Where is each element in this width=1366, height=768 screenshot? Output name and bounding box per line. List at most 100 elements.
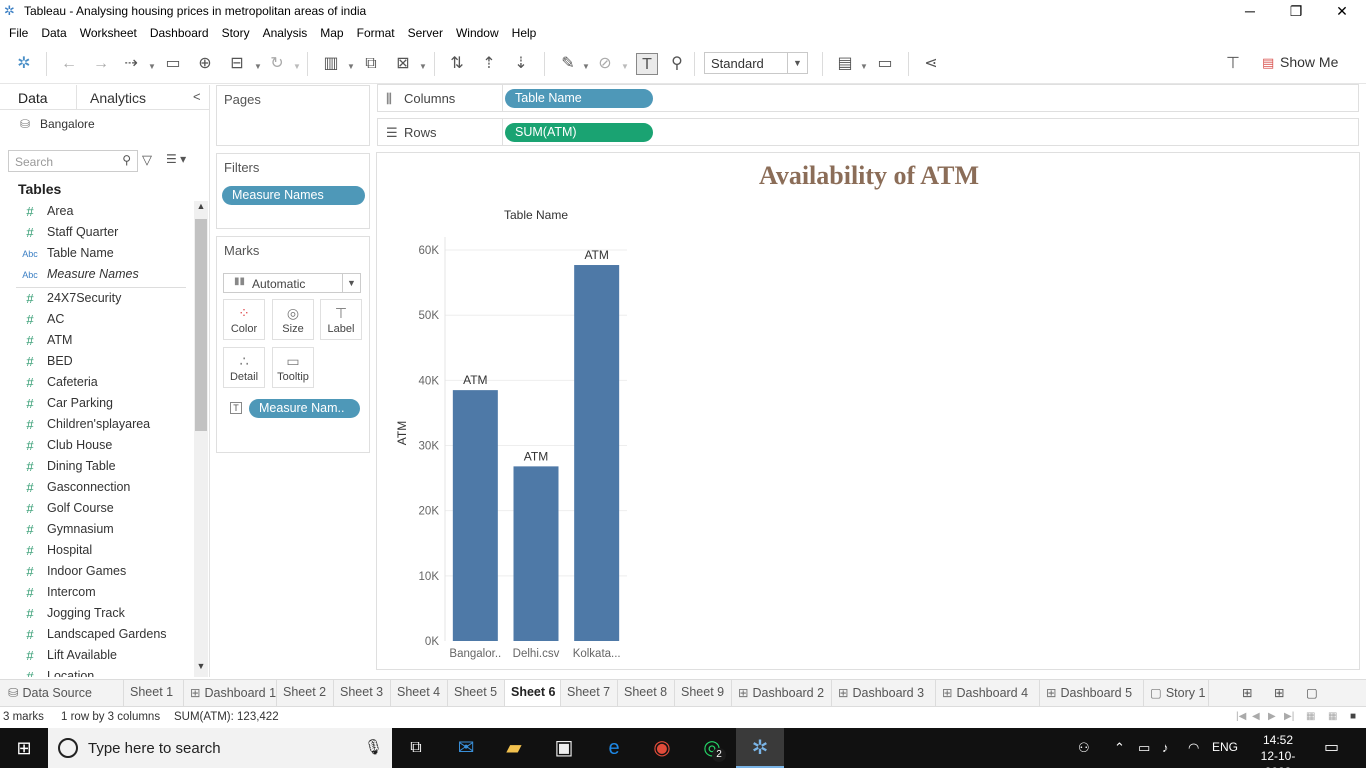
field-item[interactable]: # Location	[0, 666, 192, 677]
marks-pill-measure-names[interactable]: Measure Nam..	[249, 399, 360, 418]
prev-sheet-icon[interactable]: ◀	[1252, 711, 1260, 722]
field-item[interactable]: # Staff Quarter	[0, 222, 192, 243]
field-item[interactable]: # ATM	[0, 330, 192, 351]
show-tabs-icon[interactable]: ■	[1350, 711, 1356, 722]
undo-icon[interactable]: ←	[58, 53, 80, 75]
filter-icon[interactable]: ▽	[142, 152, 152, 168]
duplicate-sheet-icon[interactable]: ⧉	[360, 53, 382, 75]
sheet-tab[interactable]: Sheet 1	[124, 680, 184, 706]
show-filmstrip-icon[interactable]: ▦	[1306, 711, 1315, 722]
mail-icon[interactable]: ✉	[442, 728, 490, 768]
volume-icon[interactable]: ♪	[1162, 740, 1169, 755]
next-sheet-icon[interactable]: ▶	[1268, 711, 1276, 722]
field-item[interactable]: Abc Table Name	[0, 243, 192, 264]
battery-icon[interactable]: ▭	[1138, 740, 1150, 756]
menu-server[interactable]: Server	[403, 23, 448, 44]
sheet-tab[interactable]: Sheet 9	[675, 680, 732, 706]
whatsapp-icon[interactable]: ◎	[688, 728, 736, 768]
sheet-tab[interactable]: Sheet 3	[334, 680, 391, 706]
scrollbar-thumb[interactable]	[195, 219, 207, 431]
field-item[interactable]: # Jogging Track	[0, 603, 192, 624]
group-members-icon[interactable]: ⊘	[594, 53, 616, 75]
show-mark-labels-icon[interactable]: T	[636, 53, 658, 75]
chevron-down-icon[interactable]: ▼	[621, 62, 629, 71]
menu-format[interactable]: Format	[352, 23, 400, 44]
field-item[interactable]: # AC	[0, 309, 192, 330]
field-item[interactable]: # Gasconnection	[0, 477, 192, 498]
datasource-item[interactable]: ⛁ Bangalore	[20, 117, 95, 131]
field-item[interactable]: Abc Measure Names	[0, 264, 192, 285]
first-sheet-icon[interactable]: |◀	[1236, 711, 1246, 722]
chevron-down-icon[interactable]: ▼	[860, 62, 868, 71]
minimize-button[interactable]: ─	[1227, 0, 1273, 23]
field-item[interactable]: #24X7Security	[0, 288, 192, 309]
field-item[interactable]: # Intercom	[0, 582, 192, 603]
sheet-tab[interactable]: Sheet 6	[505, 680, 561, 706]
size-button[interactable]: ◎ Size	[272, 299, 314, 340]
menu-story[interactable]: Story	[217, 23, 255, 44]
pages-card[interactable]: Pages	[216, 85, 370, 146]
chevron-left-icon[interactable]: <	[193, 89, 201, 104]
sheet-tab[interactable]: Sheet 8	[618, 680, 675, 706]
format-painter-icon[interactable]: ⊤	[1222, 53, 1244, 75]
search-input[interactable]: Search ⚲	[8, 150, 138, 172]
sheet-tab[interactable]: Sheet 2	[277, 680, 334, 706]
file-explorer-icon[interactable]: ▰	[490, 728, 538, 768]
menu-data[interactable]: Data	[36, 23, 71, 44]
new-datasource-icon[interactable]: ⊕	[194, 53, 216, 75]
menu-file[interactable]: File	[4, 23, 33, 44]
replay-icon[interactable]: ⇢	[120, 53, 142, 75]
language-indicator[interactable]: ENG	[1212, 740, 1238, 754]
show-sheet-sorter-icon[interactable]: ▦	[1328, 711, 1337, 722]
filter-pill-measure-names[interactable]: Measure Names	[222, 186, 365, 205]
chevron-down-icon[interactable]: ▼	[347, 62, 355, 71]
save-icon[interactable]: ▭	[162, 53, 184, 75]
taskbar-search-input[interactable]: Type here to search 🎙	[48, 728, 392, 768]
fix-axes-icon[interactable]: ⚲	[666, 53, 688, 75]
clear-sheet-icon[interactable]: ⊠	[392, 53, 414, 75]
color-button[interactable]: ⁘ Color	[223, 299, 265, 340]
tableau-home-icon[interactable]: ✲	[13, 53, 35, 75]
redo-icon[interactable]: →	[90, 53, 112, 75]
menu-dashboard[interactable]: Dashboard	[145, 23, 214, 44]
tab-analytics[interactable]: Analytics	[90, 90, 146, 106]
sheet-tab[interactable]: ⊞ Dashboard 5	[1040, 680, 1144, 706]
fit-dropdown[interactable]: Standard ▼	[704, 52, 808, 74]
swap-rows-columns-icon[interactable]: ⇅	[446, 53, 468, 75]
field-list-scrollbar[interactable]: ▲ ▼	[194, 201, 208, 677]
presentation-mode-icon[interactable]: ▭	[874, 53, 896, 75]
menu-analysis[interactable]: Analysis	[258, 23, 313, 44]
chevron-down-icon[interactable]: ▼	[148, 62, 156, 71]
tooltip-button[interactable]: ▭ Tooltip	[272, 347, 314, 388]
new-worksheet-icon[interactable]: ▥	[320, 53, 342, 75]
field-item[interactable]: # Children'splayarea	[0, 414, 192, 435]
field-item[interactable]: # Club House	[0, 435, 192, 456]
sheet-tab[interactable]: Sheet 7	[561, 680, 618, 706]
highlight-icon[interactable]: ✎	[557, 53, 579, 75]
menu-window[interactable]: Window	[451, 23, 504, 44]
sheet-tab[interactable]: ⊞ Dashboard 4	[936, 680, 1040, 706]
show-me-button[interactable]: ▤ Show Me	[1262, 54, 1338, 71]
scroll-down-icon[interactable]: ▼	[194, 661, 208, 677]
new-dashboard-tab-icon[interactable]: ⊞	[1268, 680, 1300, 706]
edge-icon[interactable]: e	[590, 728, 638, 768]
chevron-down-icon[interactable]: ▼	[419, 62, 427, 71]
columns-shelf[interactable]: ⫼ Columns Table Name	[377, 84, 1359, 112]
sort-ascending-icon[interactable]: ⇡	[478, 53, 500, 75]
sheet-tab[interactable]: Sheet 4	[391, 680, 448, 706]
chevron-down-icon[interactable]: ▼	[582, 62, 590, 71]
sheet-tab[interactable]: Sheet 5	[448, 680, 505, 706]
microphone-icon[interactable]: 🎙	[364, 738, 383, 756]
sheet-tab[interactable]: ⊞ Dashboard 1	[184, 680, 277, 706]
menu-map[interactable]: Map	[315, 23, 348, 44]
rows-shelf[interactable]: ☰ Rows SUM(ATM)	[377, 118, 1359, 146]
sheet-tab[interactable]: ⛁ Data Source	[0, 680, 124, 706]
last-sheet-icon[interactable]: ▶|	[1284, 711, 1294, 722]
scroll-up-icon[interactable]: ▲	[194, 201, 208, 217]
restore-button[interactable]: ❐	[1273, 0, 1319, 23]
wifi-icon[interactable]: ◠	[1188, 740, 1199, 756]
new-story-tab-icon[interactable]: ▢	[1300, 680, 1332, 706]
windows-start-icon[interactable]: ⊞	[0, 728, 48, 768]
field-item[interactable]: # Area	[0, 201, 192, 222]
menu-worksheet[interactable]: Worksheet	[75, 23, 142, 44]
